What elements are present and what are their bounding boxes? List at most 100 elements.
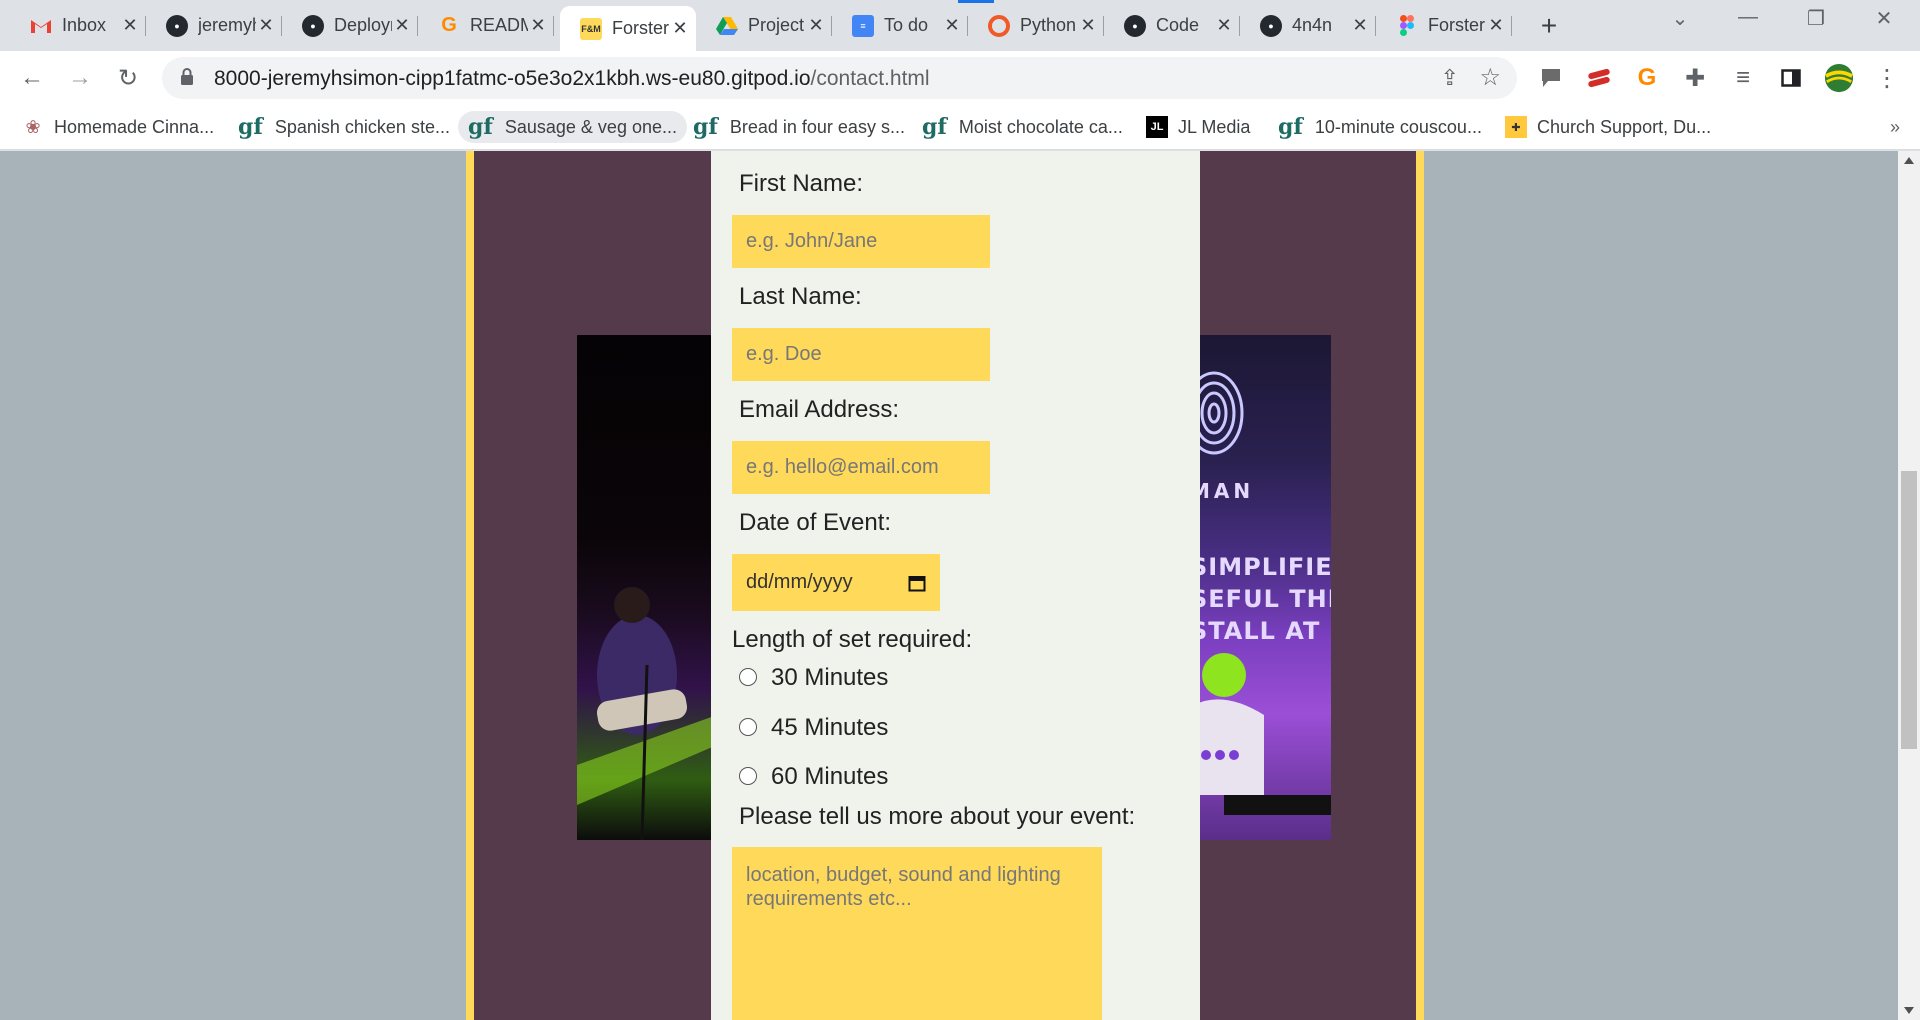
last-name-input[interactable]: e.g. Doe <box>732 328 990 381</box>
figma-icon <box>1396 14 1418 37</box>
bookmarks-overflow-icon[interactable]: » <box>1890 117 1900 138</box>
gf-icon: gf <box>468 114 493 140</box>
tab-title: Forster <box>612 18 670 38</box>
gf-icon: gf <box>1278 114 1303 140</box>
event-details-label: Please tell us more about your event: <box>739 803 1136 830</box>
page-scrollbar[interactable] <box>1898 151 1920 1020</box>
restore-icon[interactable]: ❐ <box>1796 6 1836 31</box>
close-icon[interactable]: ✕ <box>942 15 962 36</box>
close-icon[interactable]: ✕ <box>528 15 548 36</box>
page-viewport: MAN SIMPLIFIED I SEFUL THEY STALL AT Fir… <box>0 151 1898 1020</box>
reading-list-icon[interactable]: ≡ <box>1728 63 1758 93</box>
close-icon[interactable]: ✕ <box>1486 15 1506 36</box>
bookmarks-bar: ❀ Homemade Cinna... gf Spanish chicken s… <box>0 105 1920 150</box>
share-icon[interactable]: ⇪ <box>1441 65 1459 91</box>
tab-readme[interactable]: G README ✕ <box>418 8 554 43</box>
forward-icon[interactable]: → <box>65 63 95 93</box>
email-input[interactable]: e.g. hello@email.com <box>732 441 990 494</box>
bookmark-item[interactable]: gf Moist chocolate ca... <box>912 111 1133 143</box>
scroll-up-arrow-icon[interactable] <box>1904 157 1914 164</box>
bookmark-item[interactable]: gf 10-minute couscou... <box>1268 111 1492 143</box>
gf-icon: gf <box>693 114 718 140</box>
tab-4n4n[interactable]: ● 4n4n ✕ <box>1240 8 1376 43</box>
window-close-icon[interactable]: ✕ <box>1864 6 1904 31</box>
content-band: MAN SIMPLIFIED I SEFUL THEY STALL AT Fir… <box>474 151 1416 1020</box>
close-icon[interactable]: ✕ <box>120 15 140 36</box>
event-details-textarea[interactable]: location, budget, sound and lighting req… <box>732 847 1102 1020</box>
extensions-puzzle-icon[interactable]: ✚ <box>1680 63 1710 93</box>
back-icon[interactable]: ← <box>17 63 47 93</box>
tab-title: Forster <box>1428 15 1486 35</box>
close-icon[interactable]: ✕ <box>1350 15 1370 36</box>
bookmark-item[interactable]: JL JL Media <box>1136 111 1260 143</box>
radio-30-minutes[interactable]: 30 Minutes <box>739 664 888 692</box>
close-icon[interactable]: ✕ <box>1078 15 1098 36</box>
minimize-icon[interactable]: — <box>1728 6 1768 29</box>
radio-button[interactable] <box>739 668 757 686</box>
side-panel-icon[interactable] <box>1776 63 1806 93</box>
drive-icon <box>716 15 738 37</box>
bookmark-item[interactable]: ✚ Church Support, Du... <box>1495 111 1721 143</box>
radio-button[interactable] <box>739 767 757 785</box>
github-icon: ● <box>302 14 324 37</box>
bookmark-item[interactable]: gf Bread in four easy s... <box>683 111 915 143</box>
gmail-icon <box>30 15 52 37</box>
bookmark-star-icon[interactable]: ☆ <box>1479 63 1501 92</box>
github-icon: ● <box>166 14 188 37</box>
lock-icon <box>181 68 193 85</box>
tab-title: Inbox <box>62 15 107 35</box>
profile-avatar[interactable] <box>1824 63 1854 93</box>
extension-chat-icon[interactable] <box>1536 63 1566 93</box>
radio-60-minutes[interactable]: 60 Minutes <box>739 763 888 791</box>
tab-forster-figma[interactable]: Forster ✕ <box>1376 8 1512 43</box>
page-frame: MAN SIMPLIFIED I SEFUL THEY STALL AT Fir… <box>466 151 1424 1020</box>
keyboardist-photo: MAN SIMPLIFIED I SEFUL THEY STALL AT <box>1194 335 1331 840</box>
tab-gmail[interactable]: Inbox ✕ <box>10 8 146 43</box>
tab-search-icon[interactable]: ⌄ <box>1660 6 1700 31</box>
scroll-down-arrow-icon[interactable] <box>1904 1007 1914 1014</box>
bookmark-item[interactable]: ❀ Homemade Cinna... <box>12 111 224 143</box>
radio-button[interactable] <box>739 718 757 736</box>
close-icon[interactable]: ✕ <box>806 15 826 36</box>
tab-title: jeremyhsimon <box>198 15 256 35</box>
tab-github-profile[interactable]: ● jeremyhsimon ✕ <box>146 8 282 43</box>
extension-lastpass-icon[interactable] <box>1584 63 1614 93</box>
docs-icon: ≡ <box>852 14 874 37</box>
new-tab-button[interactable]: + <box>1534 10 1564 42</box>
cinnamon-icon: ❀ <box>25 116 41 137</box>
date-input[interactable]: dd/mm/yyyy <box>732 554 940 611</box>
close-icon[interactable]: ✕ <box>392 15 412 36</box>
photo-banner-text: SIMPLIFIED I <box>1194 553 1331 581</box>
close-icon[interactable]: ✕ <box>256 15 276 36</box>
github-icon: ● <box>1124 14 1146 37</box>
tab-code[interactable]: ● Code ✕ <box>1104 8 1240 43</box>
tab-github-deployment[interactable]: ● Deployment ✕ <box>282 8 418 43</box>
extension-gitpod-icon[interactable]: G <box>1632 63 1662 93</box>
fingerprint-graphic <box>1194 371 1244 455</box>
bookmark-item[interactable]: gf Sausage & veg one... <box>458 111 687 143</box>
church-icon: ✚ <box>1505 116 1527 138</box>
tab-python[interactable]: Python ✕ <box>968 8 1104 43</box>
address-bar[interactable]: 8000-jeremyhsimon-cipp1fatmc-o5e3o2x1kbh… <box>162 57 1517 99</box>
menu-kebab-icon[interactable]: ⋮ <box>1872 63 1902 93</box>
reload-icon[interactable]: ↻ <box>113 63 143 93</box>
tab-project[interactable]: Project ✕ <box>696 8 832 43</box>
close-icon[interactable]: ✕ <box>1214 15 1234 36</box>
first-name-input[interactable]: e.g. John/Jane <box>732 215 990 268</box>
scrollbar-thumb[interactable] <box>1901 471 1917 749</box>
fm-icon: F&M <box>580 17 602 40</box>
tab-forster-active[interactable]: F&M Forster ✕ <box>560 6 696 51</box>
set-length-label: Length of set required: <box>732 626 973 653</box>
close-icon[interactable]: ✕ <box>670 18 690 39</box>
radio-45-minutes[interactable]: 45 Minutes <box>739 714 888 742</box>
url-text: 8000-jeremyhsimon-cipp1fatmc-o5e3o2x1kbh… <box>214 67 930 90</box>
bookmark-item[interactable]: gf Spanish chicken ste... <box>228 111 460 143</box>
last-name-label: Last Name: <box>739 283 862 310</box>
photo-banner-text: SEFUL THEY <box>1194 585 1331 613</box>
tab-to-do[interactable]: ≡ To do ✕ <box>832 8 968 43</box>
tab-strip: Inbox ✕ ● jeremyhsimon ✕ ● Deployment ✕ … <box>0 0 1920 51</box>
tab-title: Python <box>1020 15 1077 35</box>
calendar-icon[interactable] <box>908 574 926 592</box>
contact-form: First Name: e.g. John/Jane Last Name: e.… <box>711 151 1200 1020</box>
github-icon: ● <box>1260 14 1282 37</box>
